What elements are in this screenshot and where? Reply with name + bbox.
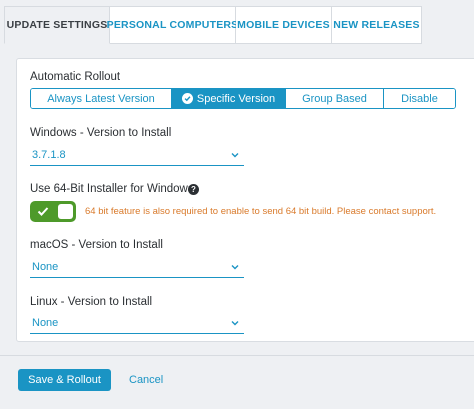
macos-version-select[interactable]: None [30,256,244,278]
settings-tabs: UPDATE SETTINGS PERSONAL COMPUTERS MOBIL… [4,6,422,44]
check-icon [37,207,49,216]
tab-update-settings[interactable]: UPDATE SETTINGS [4,6,110,44]
chevron-down-icon [231,320,239,325]
chevron-down-icon [231,264,239,269]
tab-personal-computers[interactable]: PERSONAL COMPUTERS [107,6,238,44]
rollout-option-specific-version-label: Specific Version [196,92,276,105]
rollout-option-disable[interactable]: Disable [384,89,455,108]
tab-new-releases[interactable]: NEW RELEASES [332,6,422,44]
cancel-button[interactable]: Cancel [129,369,163,391]
windows-version-value: 3.7.1.8 [32,148,66,161]
windows-version-select[interactable]: 3.7.1.8 [30,144,244,166]
macos-version-label: macOS - Version to Install [30,239,163,251]
rollout-segmented-control: Always Latest Version Specific Version G… [30,88,456,109]
rollout-option-specific-version[interactable]: Specific Version [172,89,286,108]
linux-version-select[interactable]: None [30,312,244,334]
toggle-knob [58,204,73,219]
windows-version-label: Windows - Version to Install [30,127,172,139]
tab-mobile-devices[interactable]: MOBILE DEVICES [236,6,332,44]
footer-divider [0,355,474,356]
automatic-rollout-label: Automatic Rollout [30,71,121,83]
installer-64bit-warning: 64 bit feature is also required to enabl… [85,206,437,217]
chevron-down-icon [231,152,239,157]
macos-version-value: None [32,260,59,273]
rollout-option-always-latest[interactable]: Always Latest Version [31,89,172,108]
linux-version-label: Linux - Version to Install [30,296,153,308]
installer-64bit-toggle[interactable] [30,201,76,222]
installer-64bit-label: Use 64-Bit Installer for Windows [30,183,194,195]
linux-version-value: None [32,316,59,329]
check-circle-icon [181,93,193,104]
help-icon[interactable]: ? [188,184,199,195]
rollout-option-group-based[interactable]: Group Based [286,89,384,108]
update-settings-panel: Automatic Rollout Always Latest Version … [16,58,474,342]
save-rollout-button[interactable]: Save & Rollout [18,369,111,391]
